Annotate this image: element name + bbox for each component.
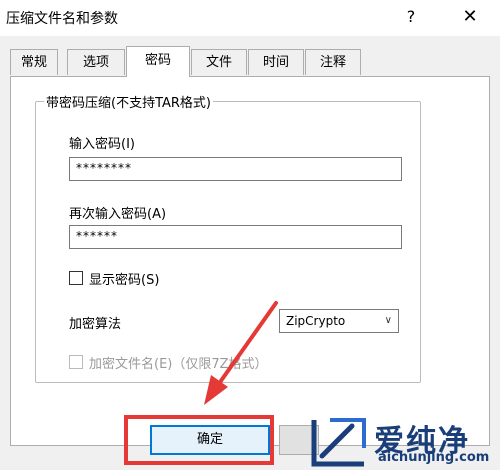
chevron-down-icon: ∨	[384, 315, 392, 326]
tab-options[interactable]: 选项	[67, 49, 125, 75]
watermark: 爱纯净 aichunjing.com	[308, 414, 500, 470]
encryption-algorithm-label: 加密算法	[69, 317, 122, 332]
dialog-body: 常规 选项 密码 文件 时间 注释 带密码压缩(不支持TAR格式) 输入密码(I…	[0, 36, 500, 470]
highlight-annotation-box	[124, 415, 274, 465]
tab-password[interactable]: 密码	[126, 46, 190, 77]
tab-general[interactable]: 常规	[10, 49, 58, 75]
window-title: 压缩文件名和参数	[6, 11, 118, 27]
help-button[interactable]: ?	[396, 4, 426, 30]
show-password-checkbox[interactable]	[69, 271, 83, 285]
groupbox-legend: 带密码压缩(不支持TAR格式)	[44, 92, 214, 111]
show-password-label[interactable]: 显示密码(S)	[89, 269, 159, 288]
password-tab-panel: 带密码压缩(不支持TAR格式) 输入密码(I) ******** 再次输入密码(…	[10, 76, 490, 446]
encrypt-filenames-checkbox[interactable]	[69, 355, 83, 369]
password-input[interactable]: ********	[69, 157, 402, 181]
tab-files[interactable]: 文件	[191, 49, 247, 75]
tab-time[interactable]: 时间	[248, 49, 304, 75]
watermark-url: aichunjing.com	[378, 450, 490, 465]
watermark-logo-icon	[311, 418, 366, 467]
reenter-password-label: 再次输入密码(A)	[69, 207, 167, 222]
title-bar: 压缩文件名和参数 ? ✕	[0, 0, 500, 36]
encrypt-filenames-label: 加密文件名(E)（仅限7Z格式）	[89, 357, 268, 372]
tab-comment[interactable]: 注释	[305, 49, 361, 75]
reenter-password-input[interactable]: ******	[69, 225, 402, 249]
enter-password-label: 输入密码(I)	[69, 137, 135, 152]
close-button[interactable]: ✕	[455, 4, 485, 30]
encryption-algorithm-select[interactable]: ZipCrypto ∨	[279, 309, 399, 333]
encryption-algorithm-value: ZipCrypto	[286, 314, 346, 328]
